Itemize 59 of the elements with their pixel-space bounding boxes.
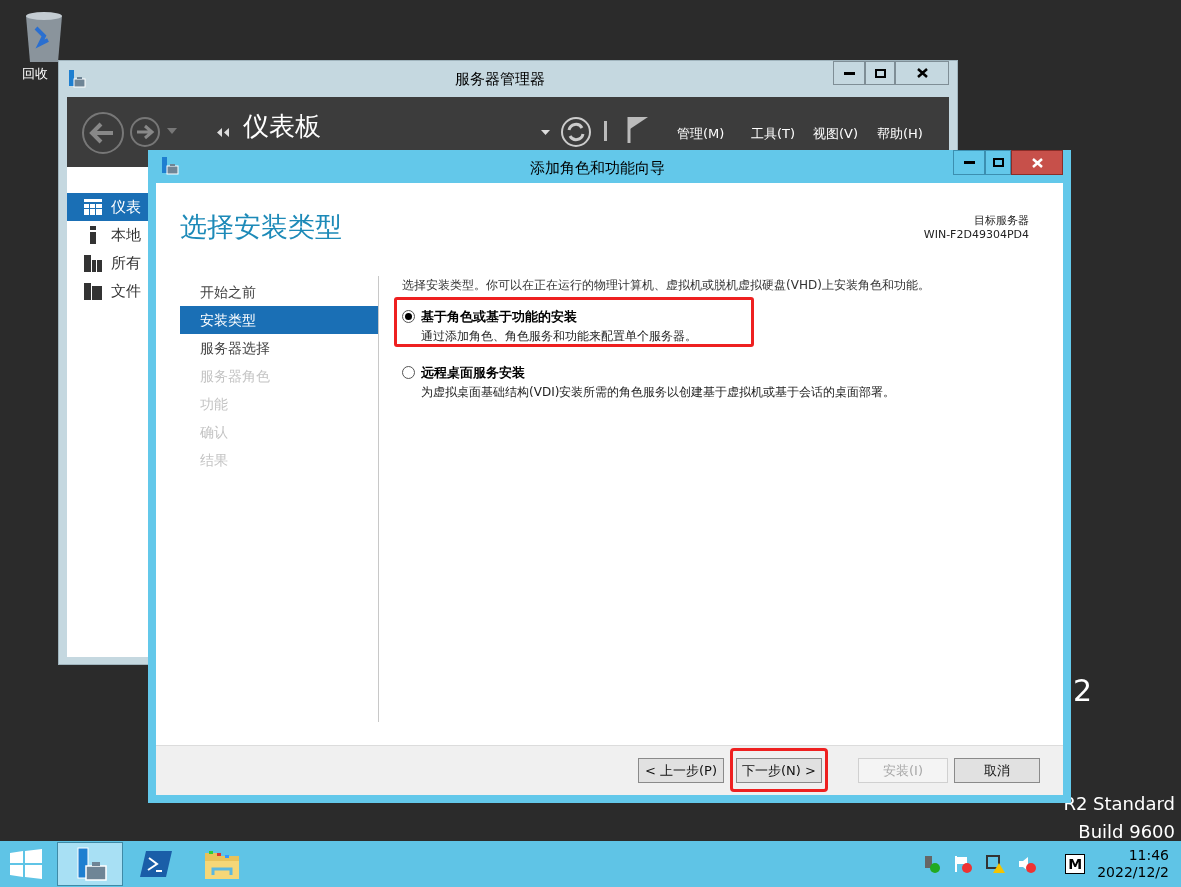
close-button[interactable]	[1011, 150, 1063, 175]
intro-text: 选择安装类型。你可以在正在运行的物理计算机、虚拟机或脱机虚拟硬盘(VHD)上安装角色和功能。	[402, 277, 930, 294]
close-icon	[916, 68, 928, 78]
forward-button[interactable]	[129, 116, 161, 148]
dialog-button[interactable]: < 上一步(P)	[638, 758, 724, 783]
dashboard-icon	[84, 199, 102, 215]
menu-item[interactable]: 视图(V)	[813, 124, 859, 144]
start-button[interactable]	[10, 849, 42, 879]
dialog-button[interactable]: 取消	[954, 758, 1040, 783]
option-description: 通过添加角色、角色服务和功能来配置单个服务器。	[421, 327, 697, 345]
speaker-icon[interactable]	[1017, 854, 1038, 874]
desktop-icon-label: 回收	[22, 65, 48, 83]
page-title: 仪表板	[243, 113, 321, 139]
file-server-icon	[84, 282, 102, 300]
close-button[interactable]	[895, 61, 949, 85]
flag-icon[interactable]	[627, 115, 649, 143]
flag-icon[interactable]	[953, 854, 974, 874]
wizard-step[interactable]: 安装类型	[180, 306, 378, 334]
clock-date[interactable]: 2022/12/2	[1097, 864, 1169, 881]
option-title: 远程桌面服务安装	[421, 364, 525, 382]
sidebar-item[interactable]: 文件	[67, 277, 148, 305]
desktop-branding: 2	[1073, 676, 1093, 706]
ime-icon[interactable]: M	[1065, 854, 1086, 874]
servers-icon	[84, 254, 102, 272]
minimize-button[interactable]	[833, 61, 865, 85]
back-button[interactable]	[81, 111, 125, 155]
sidebar-label: 文件	[111, 280, 141, 302]
desktop-branding: Build 9600	[1078, 820, 1175, 844]
app-icon	[160, 156, 180, 176]
wizard-step[interactable]: 服务器选择	[180, 334, 378, 362]
dropdown-icon[interactable]	[541, 130, 550, 135]
page-heading: 选择安装类型	[180, 213, 342, 240]
minimize-button[interactable]	[953, 150, 985, 175]
breadcrumb-icon	[217, 128, 229, 137]
target-server-label: 目标服务器	[974, 213, 1029, 229]
menu-item[interactable]: 帮助(H)	[877, 124, 923, 144]
maximize-button[interactable]	[865, 61, 895, 85]
option-description: 为虚拟桌面基础结构(VDI)安装所需的角色服务以创建基于虚拟机或基于会话的桌面部署。	[421, 383, 896, 401]
sidebar-label: 仪表	[111, 196, 141, 218]
clock-time[interactable]: 11:46	[1128, 847, 1169, 864]
sidebar-label: 本地	[111, 224, 141, 246]
radio-button[interactable]	[402, 310, 415, 324]
refresh-button[interactable]	[560, 116, 592, 148]
target-server-name: WIN-F2D49304PD4	[923, 227, 1029, 243]
window-title: 添加角色和功能向导	[530, 158, 665, 179]
sidebar-label: 所有	[111, 252, 141, 274]
app-icon	[67, 69, 87, 89]
sidebar-item[interactable]: 本地	[67, 221, 148, 249]
sidebar-item[interactable]: 所有	[67, 249, 148, 277]
option-title: 基于角色或基于功能的安装	[421, 308, 577, 326]
window-title: 服务器管理器	[455, 69, 545, 90]
sidebar-item[interactable]: 仪表	[67, 193, 148, 221]
radio-button[interactable]	[402, 366, 415, 380]
menu-item[interactable]: 工具(T)	[751, 124, 796, 144]
close-icon	[1031, 157, 1043, 168]
server-manager-icon[interactable]	[57, 842, 123, 886]
menu-item[interactable]: 管理(M)	[677, 124, 725, 144]
dialog-button[interactable]: 下一步(N) >	[736, 758, 822, 783]
wizard-step[interactable]: 开始之前	[180, 278, 378, 306]
